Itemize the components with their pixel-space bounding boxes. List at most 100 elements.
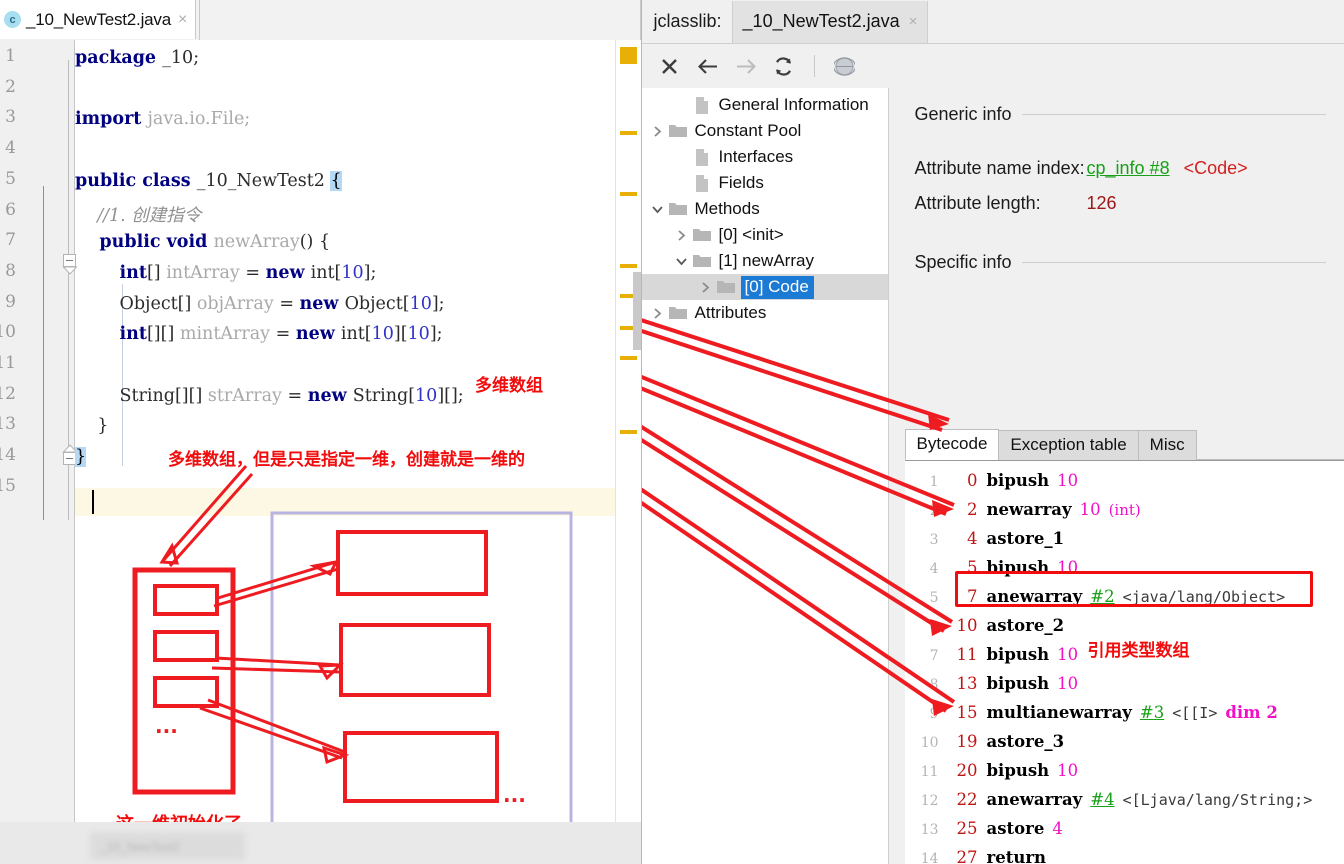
code-token: int [119,324,147,345]
code-token: mintArray [179,324,271,345]
constant-pool-link[interactable]: #3 [1132,703,1164,722]
code-line: public class _10_NewTest2 { [75,170,342,191]
code-token: public class [75,170,197,191]
folder-icon [692,252,712,271]
line-number: 2 [5,76,16,97]
bytecode-argument: 10 [1057,645,1079,664]
bytecode-tab[interactable]: Exception table [998,430,1139,460]
tree-node-label: Fields [718,173,764,192]
close-icon[interactable] [658,54,682,78]
bytecode-opcode: return [986,848,1047,864]
bytecode-line-index: 4 [929,561,939,577]
bytecode-row: 1 0 bipush 10 [905,471,1344,500]
attribute-name-index-label: Attribute name index: [914,158,1085,178]
tree-node[interactable]: General Information [642,92,888,118]
tree-node[interactable]: Fields [642,170,888,196]
folder-icon [692,226,712,245]
editor-scrollbar-thumb [632,272,641,350]
generic-info-header: Generic info [889,104,1344,125]
tree-node[interactable]: [0] <init> [642,222,888,248]
bytecode-row: 10 19 astore_3 [905,732,1344,761]
tree-node[interactable]: [0] Code [641,274,888,300]
close-icon[interactable]: × [909,13,918,30]
bytecode-row: 8 13 bipush 10 [905,674,1344,703]
editor-marker-rail[interactable] [614,40,641,864]
code-token: [][] [146,324,180,345]
jclasslib-header: jclasslib: _10_NewTest2.java × [641,0,1344,44]
close-icon[interactable]: × [176,11,187,29]
bytecode-line-index: 2 [929,503,939,519]
code-token: = [273,293,300,314]
class-structure-tree[interactable]: General Information Constant Pool Interfac… [641,88,889,864]
jclasslib-tab[interactable]: _10_NewTest2.java × [731,0,929,43]
annotation-ref-array: 引用类型数组 [1087,641,1190,661]
chevron-down-icon[interactable] [672,255,692,268]
bytecode-row: 3 4 astore_1 [905,529,1344,558]
bytecode-opcode: newarray [986,500,1072,519]
code-line: import java.io.File; [75,109,250,129]
line-number: 12 [0,383,16,404]
app-root: c _10_NewTest2.java × 123456789101112131… [0,0,1344,864]
code-line: } [75,416,108,436]
chevron-down-icon[interactable] [648,203,668,216]
file-icon [692,174,712,193]
editor-tab-filler [199,0,641,40]
marker-stripe [619,356,637,360]
attribute-name-index-value: <Code> [1183,158,1248,178]
tree-node[interactable]: Interfaces [642,144,888,170]
bytecode-opcode: astore_2 [986,616,1065,635]
bytecode-opcode: bipush [986,674,1050,693]
line-number: 6 [5,199,16,220]
bytecode-line-index: 12 [920,793,939,809]
bytecode-offset: 19 [956,732,978,751]
attribute-length-label: Attribute length: [914,193,1041,213]
code-token: = [281,385,308,406]
tree-node[interactable]: Methods [642,196,888,222]
back-arrow-icon[interactable] [696,54,720,78]
code-token: int [310,262,335,283]
cp-info-link[interactable]: cp_info #8 [1087,158,1170,179]
bytecode-tab-bar: Bytecode Exception table Misc [904,429,1344,460]
code-token: ]; [363,262,377,283]
bytecode-row: 9 15 multianewarray #3 <[[I> dim 2 [905,703,1344,732]
chevron-right-icon[interactable] [648,125,668,138]
attribute-length-value: 126 [1086,193,1117,213]
code-token: new [299,293,345,314]
chevron-right-icon[interactable] [672,229,692,242]
code-token: 10 [415,385,438,406]
bytecode-tab[interactable]: Misc [1137,430,1197,460]
bytecode-opcode: astore_1 [986,529,1065,548]
reload-icon[interactable] [772,54,796,78]
bytecode-offset: 11 [956,645,978,664]
bytecode-row: 11 20 bipush 10 [905,761,1344,790]
code-token: ; [193,48,200,68]
line-number: 3 [5,107,16,128]
chevron-right-icon[interactable] [696,281,716,294]
toolbar-divider [813,55,815,77]
bytecode-listing[interactable]: 1 0 bipush 10 2 2 newarray 10 (int) 3 4 astore_1 4 5 b… [904,460,1344,864]
browse-web-icon[interactable] [833,54,857,78]
attribute-detail-panel: Generic info Attribute name index: cp_in… [888,88,1344,864]
bytecode-line-index: 5 [929,590,939,606]
chevron-right-icon[interactable] [648,307,668,320]
code-token: { [330,170,342,191]
code-token: objArray [196,293,274,314]
tree-node[interactable]: Attributes [642,300,888,326]
tree-node-label: Methods [694,199,760,218]
code-editor-pane: c _10_NewTest2.java × 123456789101112131… [0,0,641,864]
tree-node[interactable]: [1] newArray [642,248,888,274]
marker-warning-block [619,47,637,64]
tree-node-label: Constant Pool [694,121,802,140]
specific-info-header: Specific info [889,252,1344,273]
bytecode-line-index: 3 [929,532,939,548]
bytecode-tab[interactable]: Bytecode [904,429,1000,460]
line-number: 9 [5,291,16,312]
editor-tab-java-file[interactable]: c _10_NewTest2.java × [0,0,197,39]
code-token: intArray [166,262,240,283]
bytecode-argument: 10 [1057,471,1079,490]
constant-pool-link[interactable]: #4 [1082,790,1114,809]
code-token: 10 [371,324,394,345]
bytecode-descriptor: <[[I> [1172,704,1218,722]
tree-node[interactable]: Constant Pool [642,118,888,144]
